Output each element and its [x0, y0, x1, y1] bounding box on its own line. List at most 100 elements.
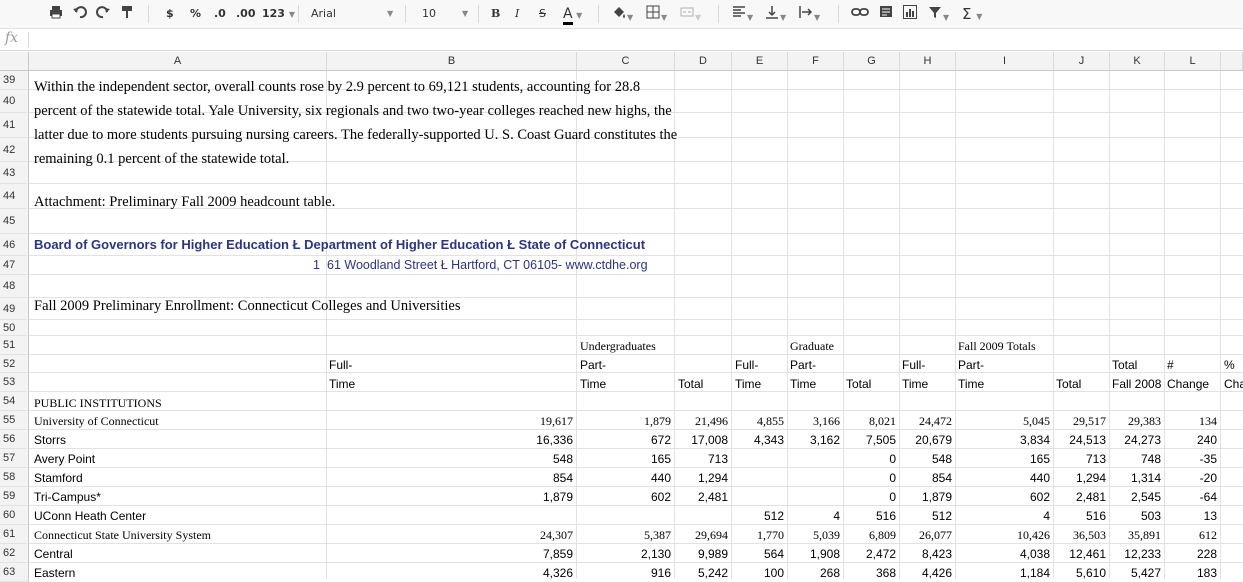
- institution-name[interactable]: Connecticut State University System: [34, 528, 211, 543]
- data-cell[interactable]: 5,387: [577, 528, 671, 543]
- header-pct-change[interactable]: Cha: [1224, 377, 1243, 392]
- data-cell[interactable]: 35,891: [1110, 528, 1161, 543]
- header-change[interactable]: Change: [1167, 377, 1209, 392]
- redo-icon[interactable]: [95, 4, 111, 24]
- row-header-52[interactable]: 52: [0, 355, 29, 373]
- header-part[interactable]: Part-: [958, 358, 984, 373]
- column-header-h[interactable]: H: [900, 52, 956, 71]
- row-header-49[interactable]: 49: [0, 298, 29, 320]
- header-time[interactable]: Time: [735, 377, 761, 392]
- text-paragraph-line[interactable]: Within the independent sector, overall c…: [34, 80, 640, 95]
- data-cell[interactable]: 4,855: [732, 414, 784, 429]
- address-prefix[interactable]: 1: [300, 258, 320, 273]
- data-cell[interactable]: 713: [675, 452, 728, 467]
- row-header-46[interactable]: 46: [0, 234, 29, 256]
- data-cell[interactable]: 1,770: [732, 528, 784, 543]
- data-cell[interactable]: 2,481: [675, 490, 728, 505]
- data-cell[interactable]: 602: [577, 490, 671, 505]
- row-header-54[interactable]: 54: [0, 392, 29, 411]
- italic-button[interactable]: I: [515, 4, 519, 24]
- data-cell[interactable]: 36,503: [1054, 528, 1106, 543]
- institution-name[interactable]: Central: [34, 547, 73, 562]
- data-cell[interactable]: 24,513: [1054, 433, 1106, 448]
- data-cell[interactable]: 548: [900, 452, 952, 467]
- strikethrough-button[interactable]: S: [539, 4, 546, 24]
- data-cell[interactable]: 240: [1165, 433, 1217, 448]
- row-header-63[interactable]: 63: [0, 563, 29, 582]
- data-cell[interactable]: 24,472: [900, 414, 952, 429]
- data-cell[interactable]: 17,008: [675, 433, 728, 448]
- text-paragraph-line[interactable]: percent of the statewide total. Yale Uni…: [34, 104, 672, 119]
- data-cell[interactable]: 0: [844, 452, 896, 467]
- print-icon[interactable]: [48, 4, 64, 24]
- data-cell[interactable]: 16,336: [327, 433, 573, 448]
- data-cell[interactable]: 165: [956, 452, 1050, 467]
- data-cell[interactable]: -64: [1165, 490, 1217, 505]
- row-header-62[interactable]: 62: [0, 544, 29, 563]
- attachment-note[interactable]: Attachment: Preliminary Fall 2009 headco…: [34, 195, 335, 210]
- institution-name[interactable]: Stamford: [34, 471, 83, 486]
- data-cell[interactable]: 12,233: [1110, 547, 1161, 562]
- data-cell[interactable]: 228: [1165, 547, 1217, 562]
- header-time[interactable]: Time: [580, 377, 606, 392]
- data-cell[interactable]: 7,859: [327, 547, 573, 562]
- header-total[interactable]: Total: [846, 377, 871, 392]
- currency-format-button[interactable]: $: [166, 4, 174, 24]
- column-header-j[interactable]: J: [1054, 52, 1110, 71]
- data-cell[interactable]: 854: [327, 471, 573, 486]
- data-cell[interactable]: 2,545: [1110, 490, 1161, 505]
- column-header-m[interactable]: [1221, 52, 1243, 71]
- column-header-k[interactable]: K: [1110, 52, 1165, 71]
- row-header-60[interactable]: 60: [0, 506, 29, 525]
- functions-button[interactable]: Σ ▼: [962, 4, 982, 24]
- data-cell[interactable]: 512: [900, 509, 952, 524]
- data-cell[interactable]: 440: [577, 471, 671, 486]
- data-cell[interactable]: 1,908: [788, 547, 840, 562]
- header-undergraduates[interactable]: Undergraduates: [580, 339, 656, 354]
- data-cell[interactable]: 748: [1110, 452, 1161, 467]
- row-header-45[interactable]: 45: [0, 209, 29, 234]
- data-cell[interactable]: 1,314: [1110, 471, 1161, 486]
- data-cell[interactable]: 4,343: [732, 433, 784, 448]
- row-header-41[interactable]: 41: [0, 113, 29, 138]
- font-family-select[interactable]: Arial ▼: [311, 4, 395, 24]
- data-cell[interactable]: 512: [732, 509, 784, 524]
- row-header-47[interactable]: 47: [0, 256, 29, 275]
- insert-link-button[interactable]: [851, 4, 869, 24]
- data-cell[interactable]: 4: [956, 509, 1050, 524]
- data-cell[interactable]: 0: [844, 490, 896, 505]
- row-header-43[interactable]: 43: [0, 162, 29, 184]
- row-header-57[interactable]: 57: [0, 449, 29, 468]
- row-header-42[interactable]: 42: [0, 138, 29, 162]
- header-number[interactable]: #: [1167, 358, 1174, 373]
- paint-format-icon[interactable]: [119, 4, 135, 24]
- font-size-select[interactable]: 10 ▼: [422, 4, 470, 24]
- data-cell[interactable]: 26,077: [900, 528, 952, 543]
- header-total[interactable]: Total: [678, 377, 703, 392]
- data-cell[interactable]: 503: [1110, 509, 1161, 524]
- data-cell[interactable]: 3,834: [956, 433, 1050, 448]
- text-wrap-button[interactable]: ▼: [798, 4, 820, 24]
- data-cell[interactable]: 12,461: [1054, 547, 1106, 562]
- data-cell[interactable]: 4,038: [956, 547, 1050, 562]
- column-header-b[interactable]: B: [327, 52, 577, 71]
- data-cell[interactable]: 3,166: [788, 414, 840, 429]
- data-cell[interactable]: 29,517: [1054, 414, 1106, 429]
- row-header-53[interactable]: 53: [0, 373, 29, 392]
- data-cell[interactable]: 8,021: [844, 414, 896, 429]
- text-color-button[interactable]: A ▼: [563, 4, 582, 25]
- section-public-institutions[interactable]: PUBLIC INSTITUTIONS: [34, 396, 162, 411]
- data-cell[interactable]: 602: [956, 490, 1050, 505]
- data-cell[interactable]: 1,879: [900, 490, 952, 505]
- percent-format-button[interactable]: %: [190, 4, 201, 24]
- data-cell[interactable]: 612: [1165, 528, 1217, 543]
- header-percent[interactable]: %: [1224, 358, 1235, 373]
- data-cell[interactable]: 9,989: [675, 547, 728, 562]
- header-total[interactable]: Total: [1056, 377, 1081, 392]
- data-cell[interactable]: 672: [577, 433, 671, 448]
- decrease-decimal-button[interactable]: .0: [214, 4, 226, 24]
- column-header-e[interactable]: E: [732, 52, 788, 71]
- data-cell[interactable]: 4: [788, 509, 840, 524]
- column-header-l[interactable]: L: [1165, 52, 1221, 71]
- row-header-50[interactable]: 50: [0, 320, 29, 336]
